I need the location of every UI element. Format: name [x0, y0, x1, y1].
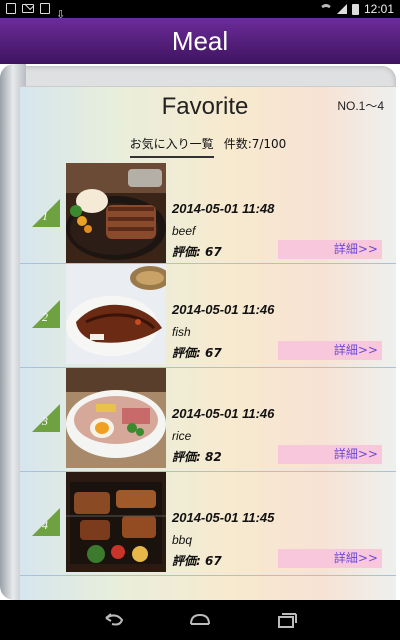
food-photo-fish[interactable] [66, 264, 166, 364]
navigation-bar [0, 600, 400, 640]
food-photo-rice[interactable] [66, 368, 166, 468]
rating-score: 評価: 82 [172, 450, 222, 464]
download-icon [56, 3, 68, 14]
item-count-label: 件数:7/100 [223, 137, 287, 151]
mail-icon [22, 4, 34, 13]
list-item[interactable]: 4 2014-05-01 11:45 bbq 評価: 67 詳細>> [20, 472, 396, 576]
record-datetime: 2014-05-01 11:45 [172, 510, 275, 525]
food-category: rice [172, 429, 192, 443]
food-photo-bbq[interactable] [66, 472, 166, 572]
food-category: bbq [172, 533, 193, 547]
rank-badge: 2 [32, 300, 60, 328]
rank-badge: 1 [32, 199, 60, 227]
subtab-row: お気に入り一覧 件数:7/100 [20, 135, 396, 158]
clock: 12:01 [363, 2, 394, 16]
detail-button[interactable]: 詳細>> [278, 445, 382, 464]
back-icon[interactable] [102, 610, 126, 630]
rank-number: 3 [42, 414, 48, 428]
image-icon [6, 3, 16, 14]
rating-score: 評価: 67 [172, 346, 222, 360]
record-datetime: 2014-05-01 11:46 [172, 302, 275, 317]
list-item[interactable]: 3 2014-05-01 11:46 rice 評価: 82 詳細>> [20, 368, 396, 472]
favorite-panel: Favorite NO.1～4 お気に入り一覧 件数:7/100 1 2014-… [20, 86, 396, 600]
rank-number: 1 [42, 209, 48, 223]
rank-badge: 3 [32, 404, 60, 432]
photo-icon [40, 3, 50, 14]
page-range-label: NO.1～4 [337, 99, 384, 113]
detail-button[interactable]: 詳細>> [278, 549, 382, 568]
rating-score: 評価: 67 [172, 554, 222, 568]
tab-favorites-list[interactable]: お気に入り一覧 [129, 135, 214, 158]
food-photo-beef[interactable] [66, 163, 166, 263]
food-category: beef [172, 224, 196, 238]
food-category: fish [172, 325, 191, 339]
status-bar: 12:01 [0, 0, 400, 18]
favorite-list: 1 2014-05-01 11:48 beef 評価: 67 詳細>> 2 20… [20, 163, 396, 576]
battery-icon [351, 3, 359, 15]
app-title: Meal [171, 25, 229, 56]
rank-number: 2 [42, 310, 48, 324]
list-item[interactable]: 1 2014-05-01 11:48 beef 評価: 67 詳細>> [20, 163, 396, 264]
record-datetime: 2014-05-01 11:48 [172, 201, 275, 216]
rank-badge: 4 [32, 508, 60, 536]
wifi-icon [319, 4, 332, 14]
signal-icon [336, 4, 347, 14]
record-datetime: 2014-05-01 11:46 [172, 406, 275, 421]
notification-icons [6, 3, 68, 14]
list-item[interactable]: 2 2014-05-01 11:46 fish 評価: 67 詳細>> [20, 264, 396, 368]
system-icons: 12:01 [319, 2, 394, 16]
app-header: Meal [0, 18, 400, 64]
content-area: Favorite NO.1～4 お気に入り一覧 件数:7/100 1 2014-… [0, 64, 400, 600]
home-icon[interactable] [188, 610, 212, 630]
recent-apps-icon[interactable] [274, 610, 298, 630]
detail-button[interactable]: 詳細>> [278, 240, 382, 259]
rating-score: 評価: 67 [172, 245, 222, 259]
rank-number: 4 [42, 518, 48, 532]
detail-button[interactable]: 詳細>> [278, 341, 382, 360]
